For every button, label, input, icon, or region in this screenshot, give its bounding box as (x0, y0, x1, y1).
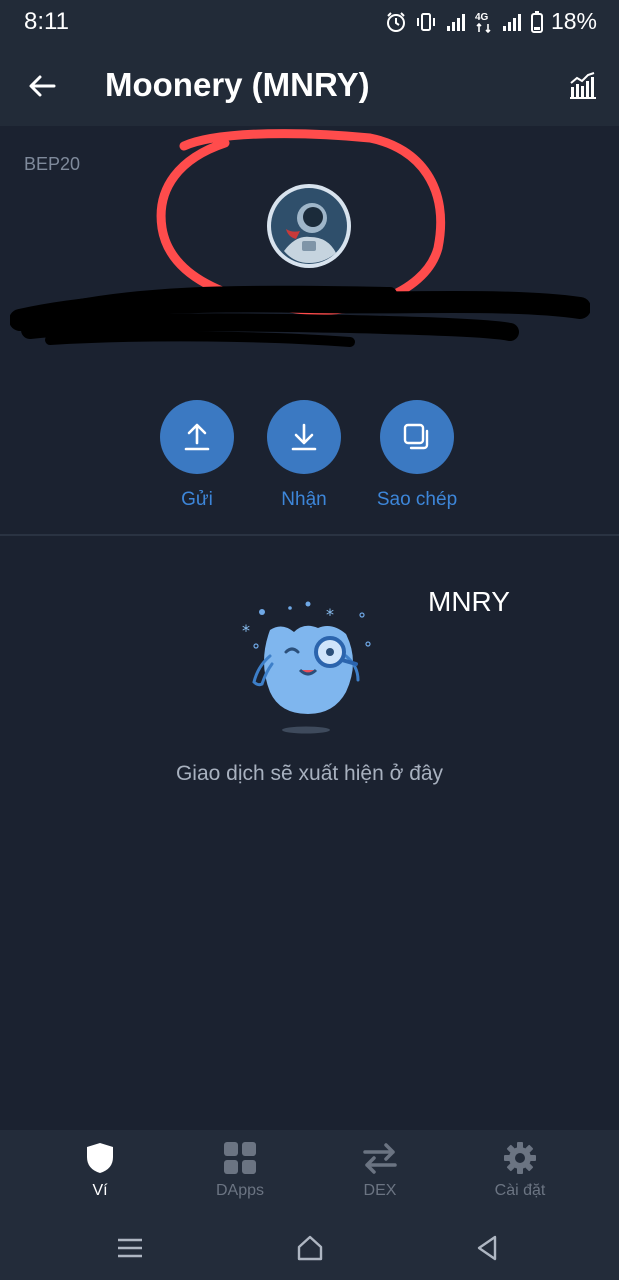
balance-suffix: MNRY (428, 586, 510, 617)
network-label: BEP20 (24, 154, 81, 174)
nav-item-dapps[interactable]: DApps (170, 1140, 310, 1200)
copy-icon[interactable] (380, 400, 454, 474)
signal-icon (446, 13, 465, 31)
recent-apps-icon[interactable] (110, 1228, 150, 1268)
svg-text:4G: 4G (475, 12, 489, 23)
astronaut-logo-icon (267, 184, 351, 268)
bottom-nav: Ví DApps DEX Cài đặt (0, 1130, 619, 1216)
status-time: 8:11 (24, 8, 69, 35)
nav-label-dex[interactable]: DEX (310, 1182, 450, 1200)
back-icon[interactable] (467, 1228, 507, 1268)
svg-text:*: * (326, 605, 334, 624)
bar-chart-icon[interactable] (567, 70, 599, 102)
nav-item-dex[interactable]: DEX (310, 1140, 450, 1200)
nav-item-settings[interactable]: Cài đặt (450, 1140, 590, 1200)
battery-percent: 18% (550, 8, 597, 34)
download-icon[interactable] (267, 400, 341, 474)
gear-icon[interactable] (450, 1140, 590, 1176)
status-icons: 4G 18% (385, 8, 597, 35)
copy-label[interactable]: Sao chép (357, 489, 477, 511)
alarm-icon (386, 11, 405, 32)
network-4g-icon: 4G (475, 12, 491, 33)
grid-icon[interactable] (170, 1140, 310, 1176)
status-bar: 8:11 4G 18% (0, 0, 619, 46)
svg-text:*: * (242, 621, 250, 640)
system-nav-bar (0, 1216, 619, 1280)
shield-icon[interactable] (30, 1140, 170, 1176)
section-divider (0, 534, 619, 536)
send-label[interactable]: Gửi (137, 489, 257, 511)
empty-state-mascot-icon: * * (242, 601, 371, 734)
send-button[interactable]: Gửi (137, 400, 257, 511)
vibrate-icon (416, 12, 435, 31)
copy-button[interactable]: Sao chép (357, 400, 477, 511)
nav-label-dapps[interactable]: DApps (170, 1182, 310, 1200)
swap-icon[interactable] (310, 1140, 450, 1176)
receive-button[interactable]: Nhận (244, 400, 364, 511)
upload-icon[interactable] (160, 400, 234, 474)
arrow-left-icon[interactable] (24, 68, 60, 104)
signal-icon-2 (502, 13, 521, 31)
page-title: Moonery (MNRY) (105, 66, 370, 103)
home-icon[interactable] (290, 1228, 330, 1268)
receive-label[interactable]: Nhận (244, 489, 364, 511)
nav-item-wallet[interactable]: Ví (30, 1140, 170, 1200)
nav-label-wallet[interactable]: Ví (30, 1182, 170, 1200)
app-bar: Moonery (MNRY) (0, 46, 619, 126)
battery-icon (530, 10, 543, 33)
nav-label-settings[interactable]: Cài đặt (450, 1182, 590, 1200)
token-balance: MNRY (0, 290, 619, 617)
empty-state-message: Giao dịch sẽ xuất hiện ở đây (175, 762, 444, 785)
